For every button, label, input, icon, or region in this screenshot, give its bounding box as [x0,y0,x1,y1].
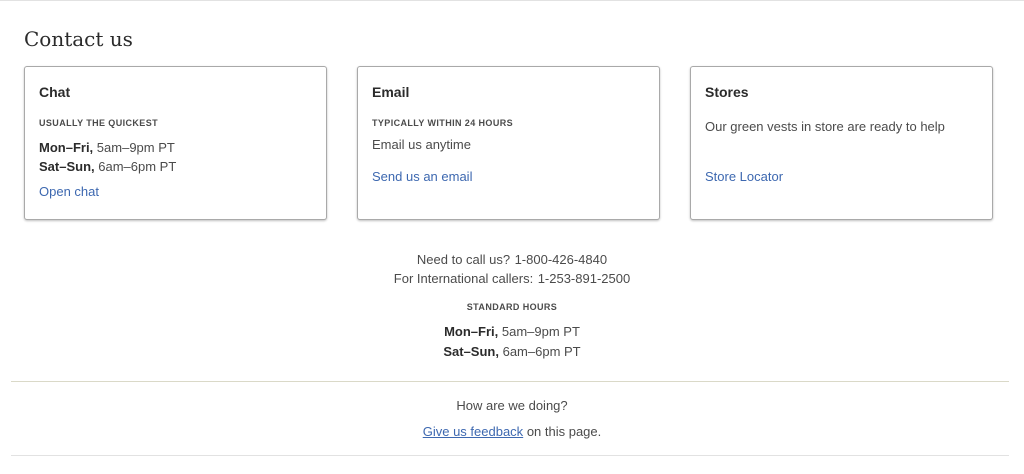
stores-card-title: Stores [705,84,749,100]
phone-domestic-row: Need to call us? 1-800-426-4840 [0,251,1024,269]
email-card-eyebrow: TYPICALLY WITHIN 24 HOURS [372,118,514,128]
stores-card-text: Our green vests in store are ready to he… [705,119,945,134]
standard-weekday-hours: 5am–9pm PT [501,324,580,339]
open-chat-link[interactable]: Open chat [39,184,99,199]
chat-card-eyebrow: USUALLY THE QUICKEST [39,118,159,128]
phone-intl-label: For International callers: [393,271,534,286]
phone-domestic-label: Need to call us? [416,252,511,267]
standard-weekday-row: Mon–Fri, 5am–9pm PT [0,324,1024,339]
standard-hours-label: STANDARD HOURS [466,302,558,312]
send-email-link[interactable]: Send us an email [372,169,472,184]
feedback-suffix: on this page. [526,424,602,439]
chat-weekend-hours: 6am–6pm PT [98,159,177,174]
email-card: Email TYPICALLY WITHIN 24 HOURS Email us… [357,66,660,220]
top-border [0,0,1024,1]
chat-weekday-hours-row: Mon–Fri, 5am–9pm PT [39,140,175,155]
standard-weekend-row: Sat–Sun, 6am–6pm PT [0,344,1024,359]
standard-weekend-hours: 6am–6pm PT [502,344,581,359]
email-card-text: Email us anytime [372,137,471,152]
phone-intl-row: For International callers: 1-253-891-250… [0,270,1024,288]
give-feedback-link[interactable]: Give us feedback [423,424,523,439]
bottom-divider [11,455,1009,456]
stores-card: Stores Our green vests in store are read… [690,66,993,220]
feedback-question: How are we doing? [456,398,568,413]
chat-weekend-hours-row: Sat–Sun, 6am–6pm PT [39,159,176,174]
phone-domestic-number[interactable]: 1-800-426-4840 [515,252,608,267]
chat-card: Chat USUALLY THE QUICKEST Mon–Fri, 5am–9… [24,66,327,220]
page-title: Contact us [24,27,133,51]
feedback-row: Give us feedback on this page. [0,424,1024,439]
chat-weekday-label: Mon–Fri, [39,140,94,155]
store-locator-link[interactable]: Store Locator [705,169,783,184]
feedback-divider [11,381,1009,382]
standard-weekday-label: Mon–Fri, [444,324,499,339]
standard-weekend-label: Sat–Sun, [443,344,499,359]
email-card-title: Email [372,84,410,100]
chat-weekday-hours: 5am–9pm PT [96,140,175,155]
chat-card-title: Chat [39,84,71,100]
chat-weekend-label: Sat–Sun, [39,159,95,174]
phone-intl-number[interactable]: 1-253-891-2500 [538,271,631,286]
